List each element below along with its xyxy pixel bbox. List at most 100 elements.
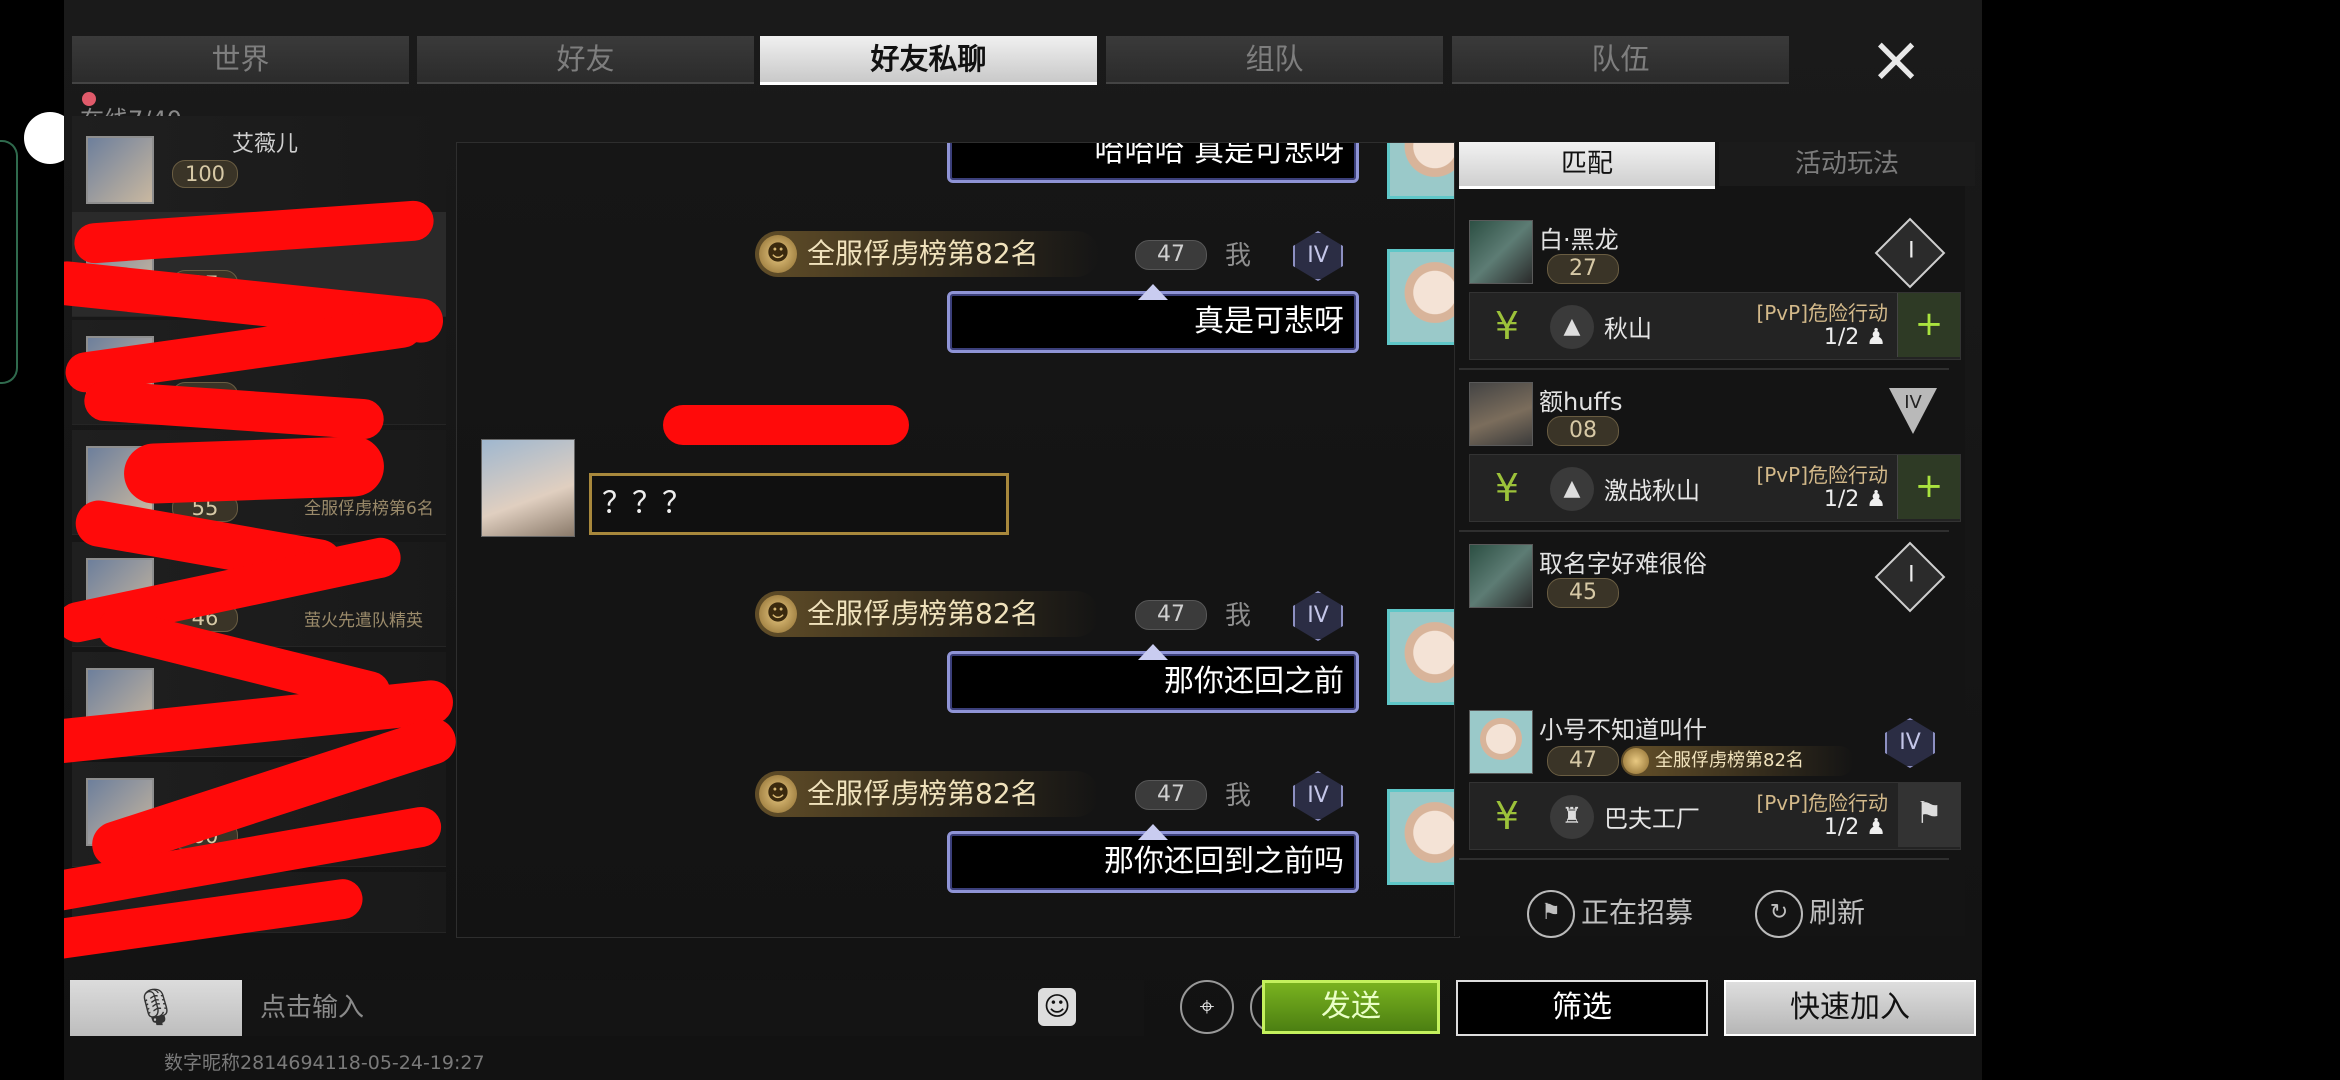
mode-label: [PvP]危险行动 — [1756, 301, 1888, 325]
microphone-icon: 🎙 — [133, 987, 179, 1028]
player-count: 1/2 ♟ — [1823, 487, 1886, 512]
me-label: 我 — [1225, 781, 1252, 811]
tab-party[interactable]: 队伍 — [1452, 36, 1789, 84]
sender-header: ☻ 全服俘虏榜第82名 47 我 IV — [755, 591, 1375, 641]
match-panel: 匹配 活动玩法 白·黑龙 27 I ¥ ▲ 秋山 [PvP]危险行动 1/2 ♟… — [1454, 142, 1975, 938]
join-team-button[interactable]: + — [1897, 455, 1960, 519]
message-text: 真是可悲呀 — [1194, 304, 1344, 339]
message-text: 那你还回之前 — [1164, 664, 1344, 699]
map-name: 巴夫工厂 — [1604, 805, 1700, 833]
me-label: 我 — [1225, 241, 1252, 271]
divider — [1459, 530, 1949, 532]
player-count: 1/2 ♟ — [1823, 325, 1886, 350]
chat-bubble-other[interactable]: ？？？ — [589, 473, 1009, 535]
team-activity-row: ¥ ♜ 巴夫工厂 [PvP]危险行动 1/2 ♟ ⚑ — [1469, 782, 1961, 850]
team-leader-name: 白·黑龙 — [1539, 226, 1619, 254]
team-activity-row: ¥ ▲ 激战秋山 [PvP]危险行动 1/2 ♟ + — [1469, 454, 1961, 522]
map-name: 秋山 — [1604, 315, 1652, 343]
team-leader-level: 47 — [1547, 746, 1619, 776]
player-count: 1/2 ♟ — [1823, 815, 1886, 840]
chat-bubble-self[interactable]: 真是可悲呀 — [947, 284, 1359, 353]
chat-input[interactable] — [244, 980, 1144, 1036]
team-leader-level: 08 — [1547, 416, 1619, 446]
team-leader-level: 45 — [1547, 578, 1619, 608]
sender-level: 47 — [1135, 600, 1207, 630]
tab-friends[interactable]: 好友 — [417, 36, 754, 84]
friend-name: 艾薇儿 — [232, 132, 299, 157]
tab-activities[interactable]: 活动玩法 — [1719, 142, 1975, 186]
team-leader-name: 小号不知道叫什 — [1539, 716, 1707, 744]
filter-button[interactable]: 筛选 — [1456, 980, 1708, 1036]
tab-match[interactable]: 匹配 — [1459, 142, 1715, 189]
join-team-button[interactable]: + — [1897, 293, 1960, 357]
divider — [1459, 368, 1949, 370]
send-button[interactable]: 发送 — [1262, 980, 1440, 1034]
team-activity-row: ¥ ▲ 秋山 [PvP]危险行动 1/2 ♟ + — [1469, 292, 1961, 360]
wings-emblem-icon: ¥ — [1494, 794, 1520, 838]
mountain-map-icon: ▲ — [1550, 305, 1594, 349]
divider — [1459, 858, 1949, 860]
chat-panel: 世界 好友 好友私聊 组队 队伍 × 在线7/40 艾薇儿 100 37 55 … — [64, 0, 1982, 1080]
flag-icon[interactable]: ⚑ — [1898, 783, 1960, 847]
chat-message-area[interactable]: 哈哈哈 真是可悲呀 ☻ 全服俘虏榜第82名 47 我 IV 真是可悲呀 ？？？ — [456, 142, 1460, 938]
recruiting-button[interactable]: ⚑ 正在招募 — [1527, 890, 1693, 938]
map-name: 激战秋山 — [1604, 477, 1700, 505]
refresh-icon: ↻ — [1755, 890, 1803, 938]
tier-badge-icon: IV — [1293, 771, 1343, 821]
rank-medal-icon: ☻ — [759, 235, 797, 273]
rank-title-chip: ☻ 全服俘虏榜第82名 — [755, 771, 1099, 817]
avatar — [1469, 710, 1533, 774]
rank-medal-icon: ☻ — [759, 595, 797, 633]
mode-label: [PvP]危险行动 — [1756, 791, 1888, 815]
tier-badge-icon: IV — [1889, 388, 1937, 434]
team-card-header[interactable]: 取名字好难很俗 45 I — [1469, 541, 1949, 613]
satellite-icon[interactable]: ⌖ — [1180, 980, 1234, 1034]
sender-header: ☻ 全服俘虏榜第82名 47 我 IV — [755, 231, 1375, 281]
tier-badge-icon: I — [1874, 541, 1946, 613]
close-icon[interactable]: × — [1850, 20, 1942, 100]
avatar[interactable] — [481, 439, 575, 537]
team-leader-level: 27 — [1547, 254, 1619, 284]
avatar — [1469, 382, 1533, 446]
tab-team-up[interactable]: 组队 — [1106, 36, 1443, 84]
chat-bubble-self: 哈哈哈 真是可悲呀 — [947, 143, 1359, 183]
redaction-scribble — [663, 405, 909, 445]
factory-map-icon: ♜ — [1550, 795, 1594, 839]
sender-level: 47 — [1135, 240, 1207, 270]
refresh-button[interactable]: ↻ 刷新 — [1755, 890, 1865, 938]
emoji-icon[interactable]: ☺ — [1038, 988, 1076, 1026]
sender-level: 47 — [1135, 780, 1207, 810]
rank-medal-icon — [1623, 748, 1649, 774]
avatar[interactable] — [1387, 789, 1459, 885]
rank-medal-icon: ☻ — [759, 775, 797, 813]
quick-join-button[interactable]: 快速加入 — [1724, 980, 1976, 1036]
message-text: ？？？ — [602, 486, 692, 521]
voice-input-button[interactable]: 🎙 — [70, 980, 242, 1036]
avatar — [1469, 220, 1533, 284]
flag-icon: ⚑ — [1527, 890, 1575, 938]
team-card-header[interactable]: 额huffs 08 IV — [1469, 382, 1949, 446]
avatar[interactable] — [1387, 609, 1459, 705]
team-leader-name: 额huffs — [1539, 388, 1623, 416]
tab-friend-private-chat[interactable]: 好友私聊 — [760, 36, 1097, 85]
rank-text: 全服俘虏榜第82名 — [807, 777, 1039, 810]
message-text: 那你还回到之前吗 — [1104, 844, 1344, 879]
rank-text: 全服俘虏榜第82名 — [807, 597, 1039, 630]
team-card-header[interactable]: 小号不知道叫什 47 全服俘虏榜第82名 IV — [1469, 710, 1949, 776]
chat-bubble-self[interactable]: 那你还回到之前吗 — [947, 824, 1359, 893]
friend-rank-badge: 全服俘虏榜第6名 — [304, 499, 434, 519]
tab-world[interactable]: 世界 — [72, 36, 409, 84]
tier-badge-icon: I — [1874, 217, 1946, 289]
me-label: 我 — [1225, 601, 1252, 631]
friend-rank-badge: 萤火先遣队精英 — [304, 611, 423, 631]
team-card-header[interactable]: 白·黑龙 27 I — [1469, 217, 1949, 289]
friend-level: 100 — [172, 160, 238, 188]
avatar — [86, 136, 154, 204]
user-id-footer: 数字昵称2814694118-05-24-19:27 — [164, 1052, 485, 1074]
avatar[interactable] — [1387, 249, 1459, 345]
mode-label: [PvP]危险行动 — [1756, 463, 1888, 487]
rank-title-chip: ☻ 全服俘虏榜第82名 — [755, 231, 1099, 277]
chat-bubble-self[interactable]: 那你还回之前 — [947, 644, 1359, 713]
side-edge-handle — [0, 140, 18, 384]
wings-emblem-icon: ¥ — [1494, 466, 1520, 510]
